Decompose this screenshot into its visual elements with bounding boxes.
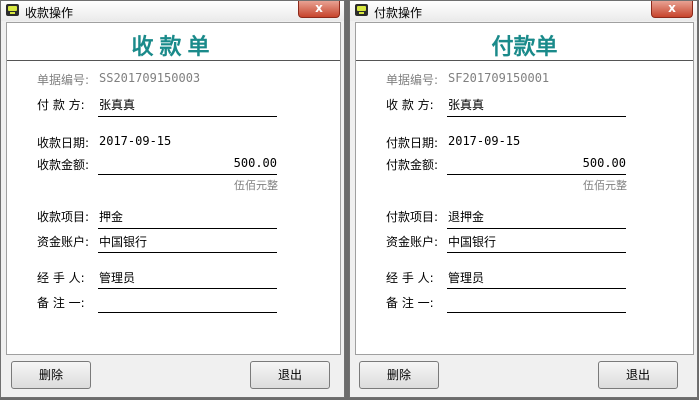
item-underline [447, 228, 626, 229]
account-label: 资金账户: [386, 235, 439, 249]
amount-capital: 伍佰元整 [583, 179, 627, 192]
amount-label: 收款金额: [37, 158, 90, 172]
title-divider [7, 60, 340, 61]
close-button[interactable]: x [651, 1, 693, 18]
remark-underline [98, 312, 277, 313]
doc-no-label: 单据编号: [37, 73, 90, 87]
payer-field[interactable]: 张真真 [99, 96, 135, 113]
account-field[interactable]: 中国银行 [99, 233, 147, 250]
delete-button[interactable]: 删除 [11, 361, 91, 389]
date-label: 收款日期: [37, 136, 90, 150]
account-underline [447, 252, 626, 253]
payee-label: 收 款 方: [386, 98, 434, 112]
date-field[interactable]: 2017-09-15 [448, 134, 520, 148]
handler-field[interactable]: 管理员 [99, 269, 135, 286]
payment-window: 付款操作 x 付款单 单据编号: SF201709150001 收 款 方: 张… [349, 0, 698, 398]
payer-label: 付 款 方: [37, 98, 85, 112]
account-underline [98, 252, 277, 253]
doc-no-label: 单据编号: [386, 73, 439, 87]
doc-title: 收款单 [131, 34, 216, 60]
receipt-form: 收款单 单据编号: SS201709150003 付 款 方: 张真真 收款日期… [6, 22, 341, 355]
window-title: 收款操作 [25, 6, 74, 20]
amount-underline [98, 174, 277, 175]
handler-underline [98, 288, 277, 289]
account-label: 资金账户: [37, 235, 90, 249]
doc-no-value: SS201709150003 [99, 71, 201, 85]
payee-underline [447, 116, 626, 117]
doc-no-value: SF201709150001 [448, 71, 550, 85]
app-icon [6, 4, 19, 16]
app-icon [355, 4, 368, 16]
payee-field[interactable]: 张真真 [448, 96, 484, 113]
doc-title: 付款单 [491, 34, 558, 60]
title-divider [356, 60, 693, 61]
item-field[interactable]: 押金 [99, 208, 123, 225]
delete-button[interactable]: 删除 [359, 361, 439, 389]
handler-field[interactable]: 管理员 [448, 269, 484, 286]
receipt-window: 收款操作 x 收款单 单据编号: SS201709150003 付 款 方: 张… [0, 0, 345, 398]
item-underline [98, 228, 277, 229]
window-title: 付款操作 [374, 6, 423, 20]
remark-label: 备 注 一: [37, 296, 85, 310]
handler-label: 经 手 人: [37, 271, 85, 285]
item-label: 付款项目: [386, 210, 439, 224]
date-label: 付款日期: [386, 136, 439, 150]
receipt-titlebar[interactable]: 收款操作 x [1, 1, 344, 21]
amount-field[interactable]: 500.00 [99, 156, 277, 170]
amount-label: 付款金额: [386, 158, 439, 172]
payment-form: 付款单 单据编号: SF201709150001 收 款 方: 张真真 付款日期… [355, 22, 694, 355]
account-field[interactable]: 中国银行 [448, 233, 496, 250]
amount-field[interactable]: 500.00 [448, 156, 626, 170]
item-label: 收款项目: [37, 210, 90, 224]
exit-button[interactable]: 退出 [250, 361, 330, 389]
item-field[interactable]: 退押金 [448, 208, 484, 225]
amount-capital: 伍佰元整 [234, 179, 278, 192]
date-field[interactable]: 2017-09-15 [99, 134, 171, 148]
close-button[interactable]: x [298, 1, 340, 18]
remark-label: 备 注 一: [386, 296, 434, 310]
handler-underline [447, 288, 626, 289]
payment-titlebar[interactable]: 付款操作 x [350, 1, 697, 21]
amount-underline [447, 174, 626, 175]
payer-underline [98, 116, 277, 117]
remark-underline [447, 312, 626, 313]
exit-button[interactable]: 退出 [598, 361, 678, 389]
handler-label: 经 手 人: [386, 271, 434, 285]
